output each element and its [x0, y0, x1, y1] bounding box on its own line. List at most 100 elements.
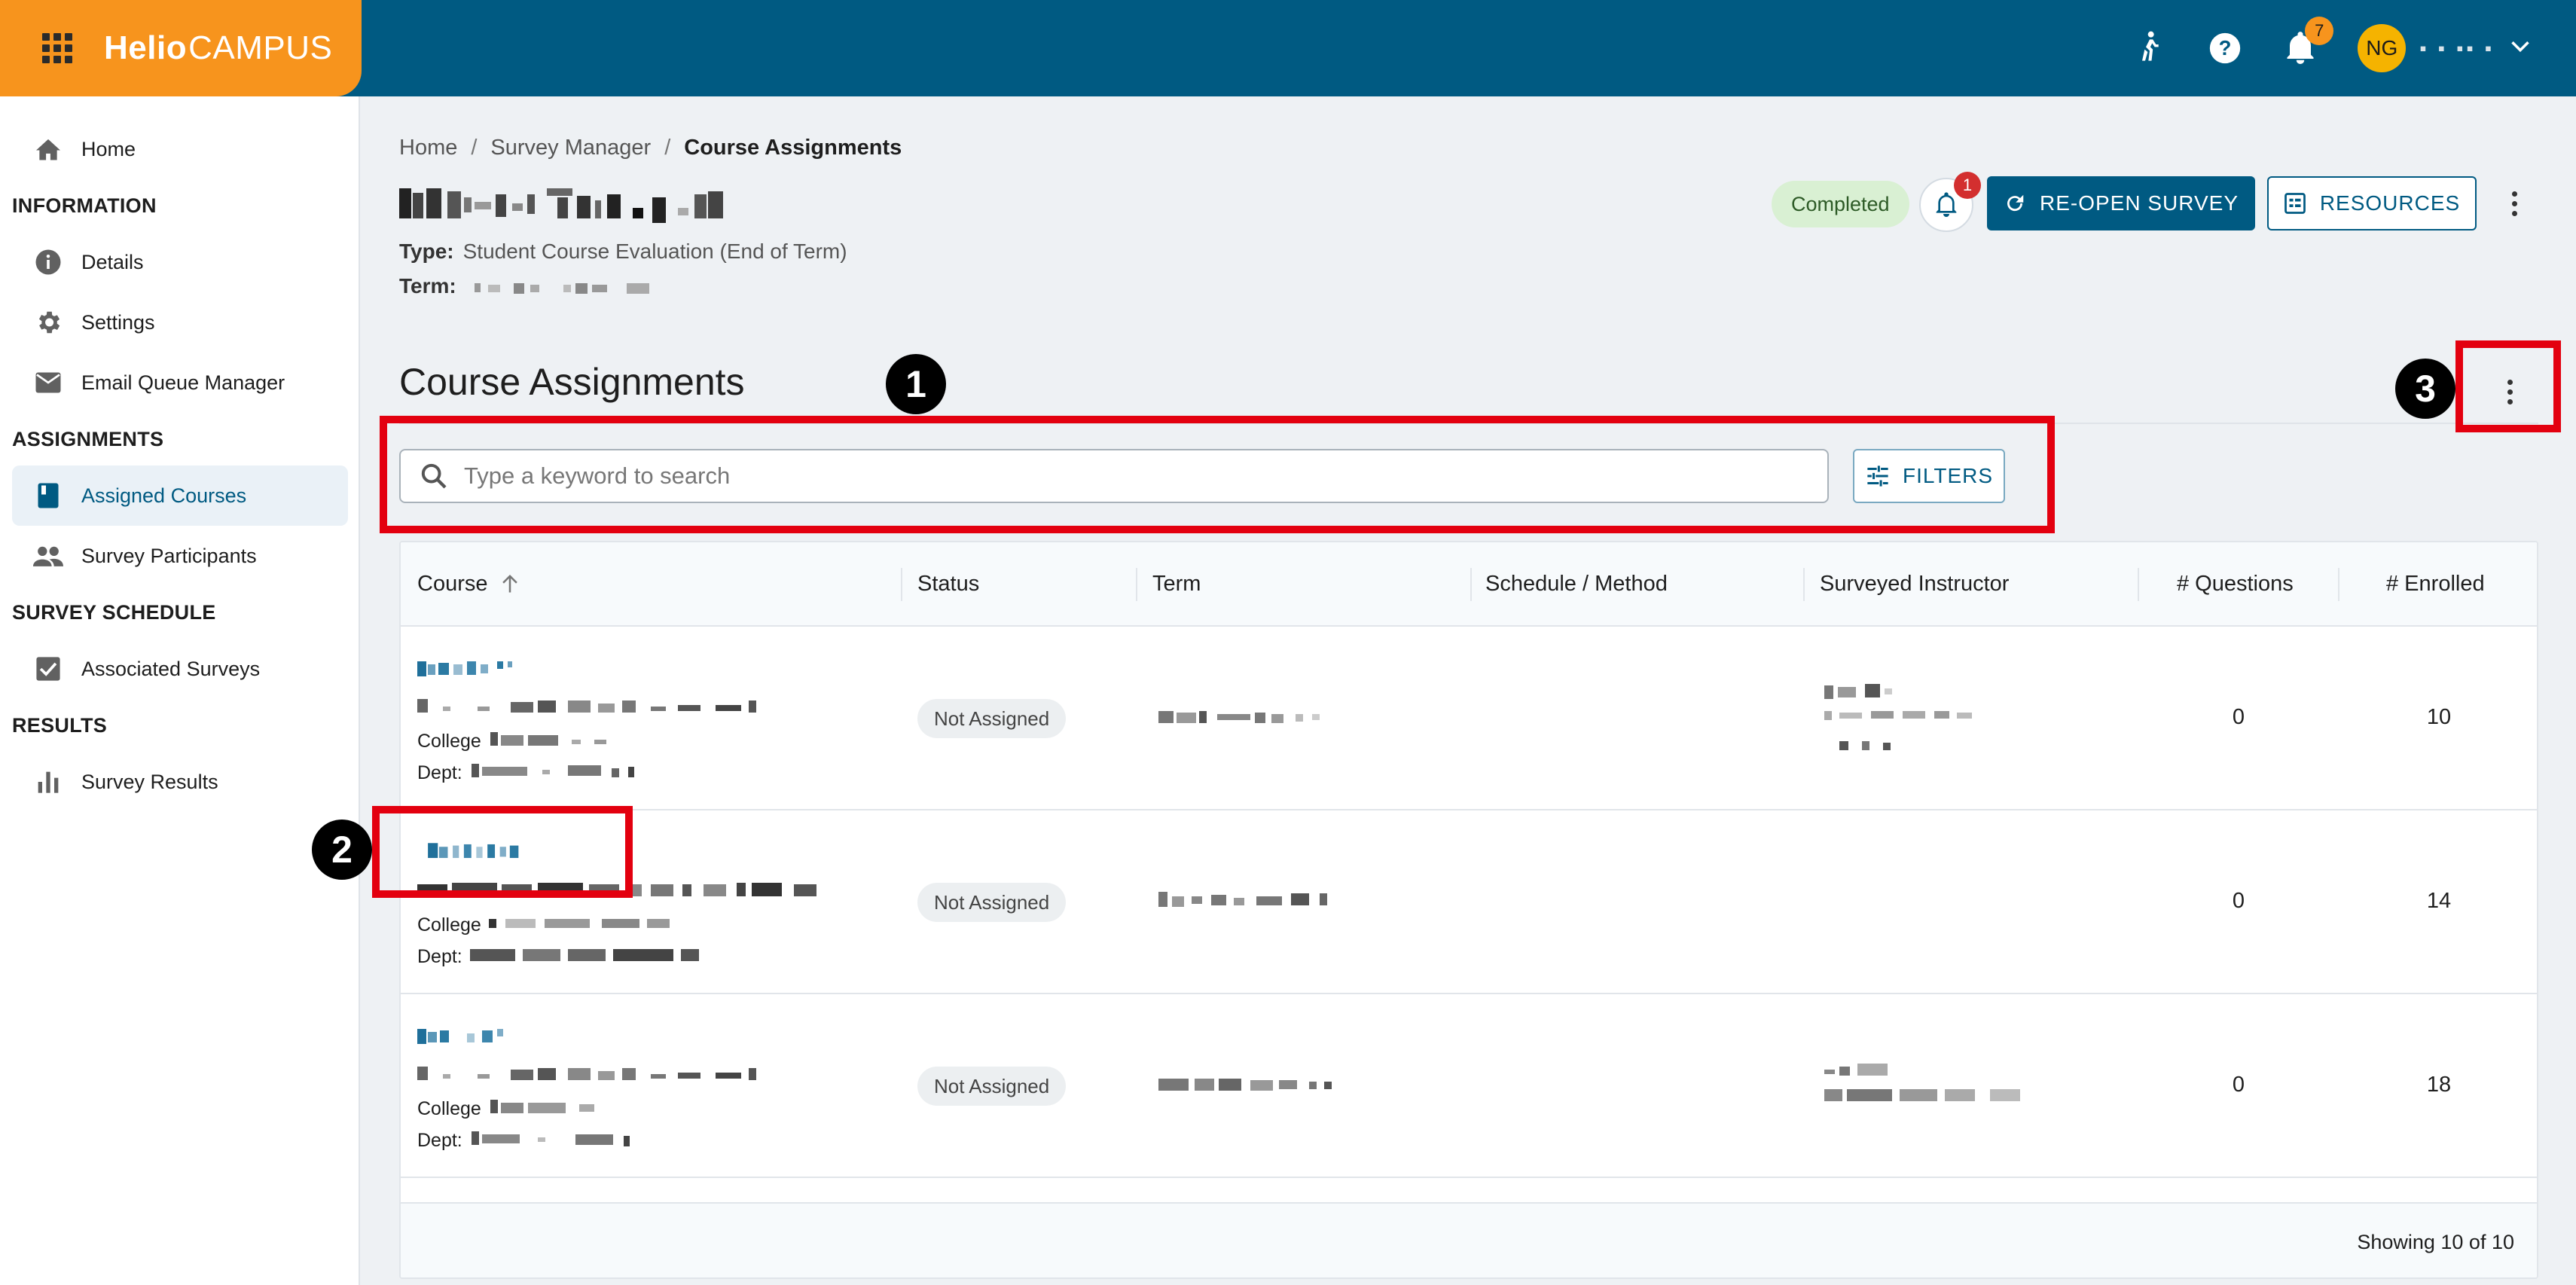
top-bar: Helio CAMPUS ? 7 NG ▪ ▪ ▪▪ ▪ [0, 0, 2576, 96]
accessibility-walker-icon[interactable] [2132, 30, 2168, 66]
notifications-count-badge: 1 [1954, 172, 1981, 199]
enrolled-count: 18 [2426, 1073, 2452, 1097]
sidebar-item-associated-surveys[interactable]: Associated Surveys [12, 639, 348, 699]
column-header-status[interactable]: Status [917, 542, 979, 625]
survey-status-chip: Completed [1772, 181, 1909, 227]
page-title: Course Assignments [399, 361, 745, 403]
apps-grid-icon[interactable] [42, 33, 72, 63]
course-dept: Dept: [417, 762, 711, 784]
column-header-course[interactable]: Course [417, 542, 520, 625]
breadcrumb-home[interactable]: Home [399, 136, 457, 160]
dept-value-redacted [471, 764, 634, 777]
section-results: RESULTS [12, 714, 108, 737]
course-id-link-redacted[interactable] [417, 1026, 530, 1047]
sidebar-item-details[interactable]: Details [12, 232, 348, 292]
course-college: College [417, 731, 685, 752]
term-value-redacted [1158, 1079, 1332, 1091]
breadcrumb-survey-manager[interactable]: Survey Manager [490, 136, 651, 160]
refresh-icon [2007, 194, 2024, 212]
course-dept: Dept: [417, 946, 711, 968]
table-footer: Showing 10 of 10 [401, 1202, 2537, 1277]
table-header: Course Status Term Schedule / Method Sur… [401, 542, 2537, 627]
book-icon [33, 481, 63, 511]
breadcrumb-current: Course Assignments [684, 136, 902, 160]
bar-chart-icon [33, 767, 63, 797]
survey-type: Type: Student Course Evaluation (End of T… [399, 240, 847, 263]
resources-list-icon [2284, 193, 2306, 214]
reopen-survey-button[interactable]: RE-OPEN SURVEY [1987, 176, 2255, 230]
annotation-marker-1: 1 [886, 354, 946, 414]
table-row[interactable]: College Dept: Not Assigned 0 18 [401, 994, 2537, 1178]
annotation-marker-3: 3 [2395, 359, 2455, 419]
college-value-redacted [488, 919, 670, 928]
enrolled-count: 10 [2426, 705, 2452, 729]
table-row[interactable]: College Dept: Not Assigned 0 14 [401, 810, 2537, 994]
status-chip: Not Assigned [917, 699, 1067, 738]
breadcrumb: Home / Survey Manager / Course Assignmen… [399, 136, 902, 160]
help-icon[interactable]: ? [2207, 30, 2243, 66]
resources-button[interactable]: RESOURCES [2267, 176, 2477, 230]
status-chip: Not Assigned [917, 1067, 1067, 1106]
section-survey-schedule: SURVEY SCHEDULE [12, 601, 216, 624]
status-chip: Not Assigned [917, 883, 1067, 922]
college-value-redacted [490, 732, 606, 746]
table-row[interactable]: College Dept: Not Assigned 0 10 [401, 627, 2537, 810]
people-icon [33, 541, 63, 571]
instructor-value-redacted [1824, 684, 1972, 750]
course-id-link-redacted[interactable] [417, 658, 530, 679]
course-assignments-table: Course Status Term Schedule / Method Sur… [399, 541, 2538, 1279]
user-name[interactable]: ▪ ▪ ▪▪ ▪ [2419, 37, 2495, 60]
user-avatar[interactable]: NG [2358, 24, 2407, 72]
column-header-schedule[interactable]: Schedule / Method [1485, 542, 1668, 625]
questions-count: 0 [2232, 705, 2245, 729]
column-header-questions[interactable]: # Questions [2177, 542, 2294, 625]
home-icon [33, 134, 63, 164]
questions-count: 0 [2232, 889, 2245, 913]
checkbox-icon [33, 654, 63, 684]
sidebar-item-home[interactable]: Home [12, 119, 348, 179]
sidebar-item-email-queue[interactable]: Email Queue Manager [12, 353, 348, 413]
alerts-bell-icon[interactable]: 7 [2282, 17, 2334, 66]
svg-text:?: ? [2219, 36, 2232, 60]
mail-icon [33, 368, 63, 398]
term-value-redacted [1158, 711, 1320, 723]
instructor-value-redacted [1824, 1064, 2020, 1101]
sidebar: Home INFORMATION Details Settings Email … [0, 96, 360, 1285]
section-information: INFORMATION [12, 194, 157, 217]
pagination-summary: Showing 10 of 10 [2357, 1231, 2514, 1253]
info-icon [33, 247, 63, 277]
annotation-marker-2: 2 [312, 820, 372, 880]
brand-area: Helio CAMPUS [0, 0, 362, 96]
gear-icon [33, 307, 63, 337]
enrolled-count: 14 [2426, 889, 2452, 913]
helio-campus-logo[interactable]: Helio CAMPUS [104, 29, 332, 67]
annotation-box-course-link [372, 806, 633, 898]
sort-ascending-icon[interactable] [500, 573, 520, 594]
dept-value-redacted [469, 949, 699, 961]
sidebar-item-survey-participants[interactable]: Survey Participants [12, 526, 348, 586]
bell-icon [1936, 192, 1957, 217]
column-header-term[interactable]: Term [1152, 542, 1201, 625]
term-value-redacted [474, 282, 649, 294]
column-header-enrolled[interactable]: # Enrolled [2386, 542, 2485, 625]
chevron-down-icon[interactable] [2510, 39, 2531, 58]
questions-count: 0 [2232, 1073, 2245, 1097]
sidebar-item-survey-results[interactable]: Survey Results [12, 752, 348, 812]
course-name-redacted [417, 1067, 756, 1080]
sidebar-item-settings[interactable]: Settings [12, 292, 348, 353]
notifications-button[interactable]: 1 [1919, 172, 1981, 232]
column-header-instructor[interactable]: Surveyed Instructor [1820, 542, 2009, 625]
course-college: College [417, 914, 715, 936]
survey-title-redacted [399, 188, 723, 223]
sidebar-item-assigned-courses[interactable]: Assigned Courses [12, 465, 348, 526]
survey-more-options-icon[interactable] [2499, 182, 2529, 224]
college-value-redacted [490, 1100, 594, 1113]
alerts-count-badge: 7 [2305, 17, 2334, 45]
course-name-redacted [417, 699, 756, 713]
term-value-redacted [1158, 892, 1327, 907]
course-dept: Dept: [417, 1130, 711, 1152]
survey-term: Term: [399, 274, 690, 298]
course-college: College [417, 1098, 685, 1120]
annotation-box-more-options [2455, 340, 2561, 432]
section-assignments: ASSIGNMENTS [12, 428, 164, 450]
